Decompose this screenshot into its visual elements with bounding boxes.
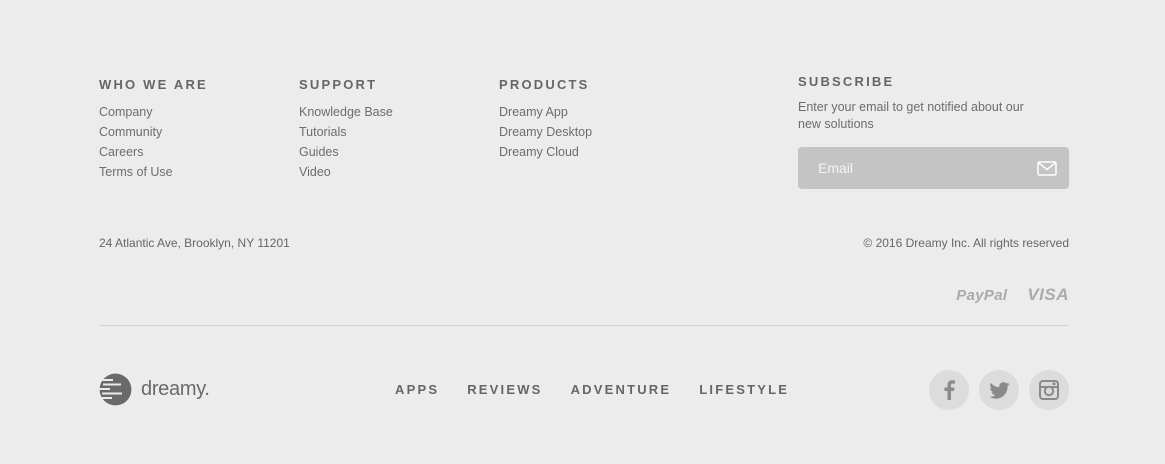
twitter-button[interactable] — [979, 370, 1019, 410]
email-input[interactable] — [818, 160, 1018, 176]
brand-name: dreamy. — [141, 378, 210, 400]
instagram-icon — [1039, 380, 1059, 400]
footer-divider — [99, 325, 1069, 326]
footer-link-knowledge-base[interactable]: Knowledge Base — [299, 102, 393, 122]
subscribe-description: Enter your email to get notified about o… — [798, 100, 1024, 131]
instagram-button[interactable] — [1029, 370, 1069, 410]
facebook-icon — [944, 380, 955, 400]
column-heading: WHO WE ARE — [99, 77, 208, 92]
paypal-logo: PayPal — [956, 286, 1008, 304]
nav-link-apps[interactable]: APPS — [395, 382, 439, 397]
footer-link-dreamy-desktop[interactable]: Dreamy Desktop — [499, 122, 592, 142]
footer-link-dreamy-cloud[interactable]: Dreamy Cloud — [499, 142, 592, 162]
twitter-icon — [988, 381, 1010, 399]
footer-link-tutorials[interactable]: Tutorials — [299, 122, 393, 142]
email-input-box — [798, 147, 1069, 189]
footer-link-video[interactable]: Video — [299, 162, 393, 182]
footer-link-community[interactable]: Community — [99, 122, 208, 142]
dreamy-logo-icon — [99, 373, 132, 406]
copyright-text: © 2016 Dreamy Inc. All rights reserved — [863, 236, 1069, 250]
footer-link-careers[interactable]: Careers — [99, 142, 208, 162]
footer-link-company[interactable]: Company — [99, 102, 208, 122]
payment-methods: PayPal VISA — [956, 285, 1069, 305]
subscribe-section: SUBSCRIBE Enter your email to get notifi… — [798, 74, 1069, 189]
footer-link-dreamy-app[interactable]: Dreamy App — [499, 102, 592, 122]
envelope-icon[interactable] — [1036, 159, 1058, 177]
footer-column-support: SUPPORT Knowledge Base Tutorials Guides … — [299, 77, 393, 182]
visa-logo: VISA — [1027, 285, 1069, 304]
footer-link-terms-of-use[interactable]: Terms of Use — [99, 162, 208, 182]
column-heading: SUPPORT — [299, 77, 378, 92]
nav-link-lifestyle[interactable]: LIFESTYLE — [699, 382, 789, 397]
column-heading: PRODUCTS — [499, 77, 590, 92]
nav-link-reviews[interactable]: REVIEWS — [467, 382, 542, 397]
footer-nav: APPS REVIEWS ADVENTURE LIFESTYLE — [395, 382, 789, 397]
subscribe-heading: SUBSCRIBE — [798, 74, 895, 89]
social-links — [929, 370, 1069, 410]
brand-logo[interactable]: dreamy. — [99, 373, 210, 406]
footer-column-products: PRODUCTS Dreamy App Dreamy Desktop Dream… — [499, 77, 592, 162]
footer-link-guides[interactable]: Guides — [299, 142, 393, 162]
nav-link-adventure[interactable]: ADVENTURE — [571, 382, 672, 397]
facebook-button[interactable] — [929, 370, 969, 410]
company-address: 24 Atlantic Ave, Brooklyn, NY 11201 — [99, 236, 290, 250]
footer-column-who-we-are: WHO WE ARE Company Community Careers Ter… — [99, 77, 208, 182]
